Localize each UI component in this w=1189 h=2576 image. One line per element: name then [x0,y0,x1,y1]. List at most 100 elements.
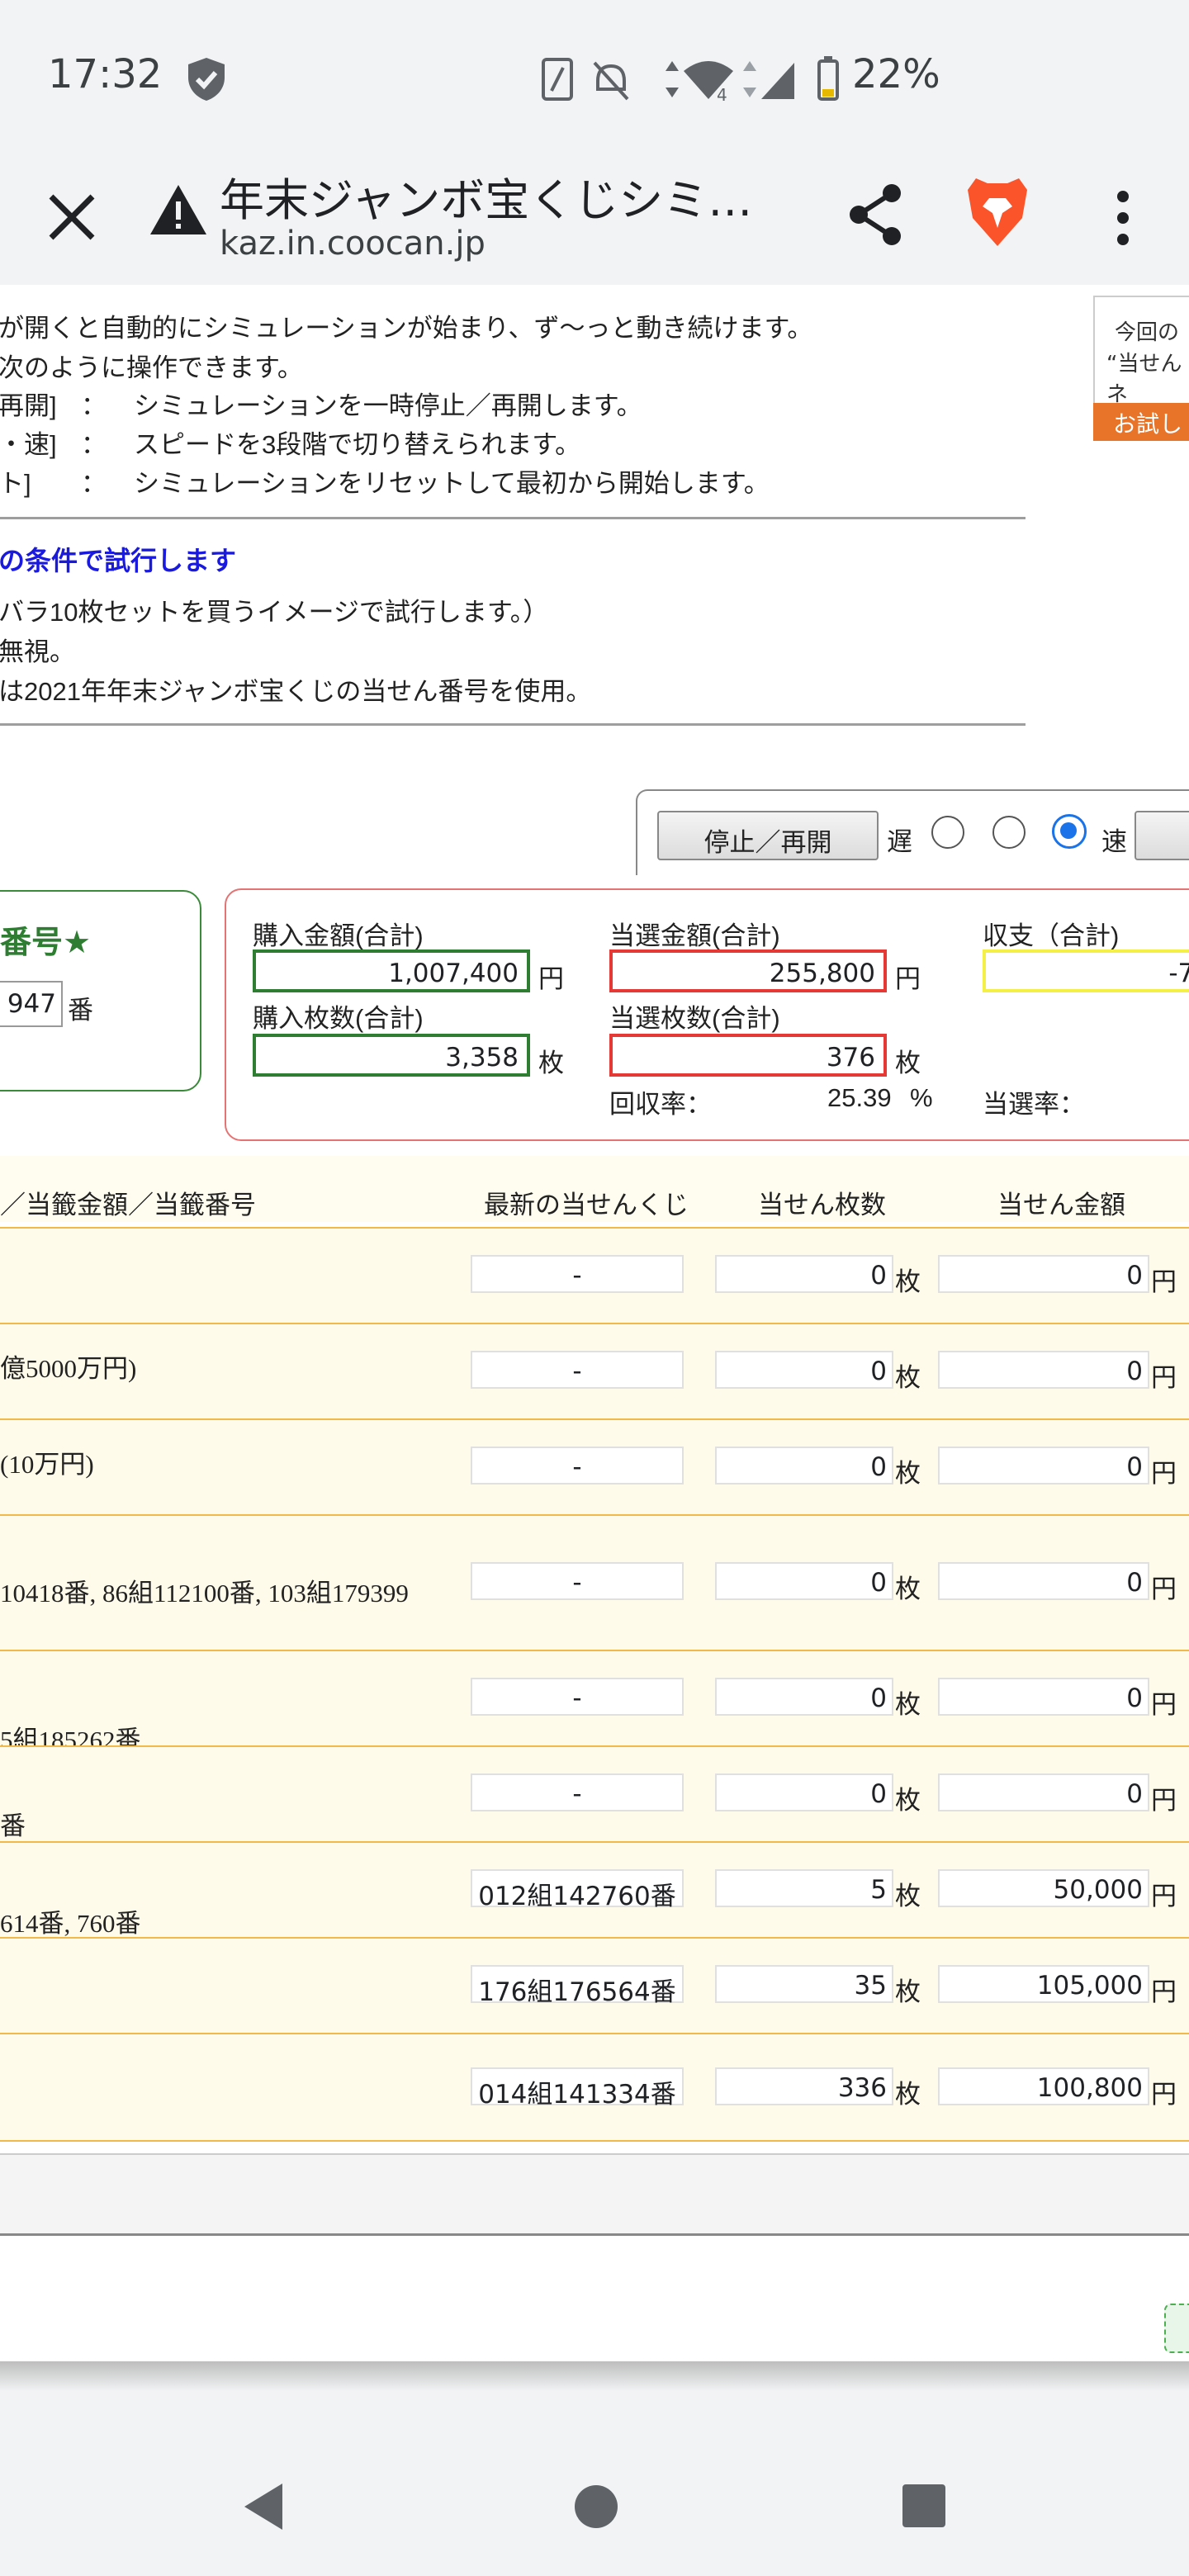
conditions-heading: の条件で試行します [0,546,237,575]
recovery-label: 回収率： [609,1090,712,1119]
win-amount-field: 255,800 [609,949,887,992]
divider [0,723,1026,726]
win-amount-cell: 0 [938,1255,1149,1293]
condition-line: バラ10枚セットを買うイメージで試行します。） [0,598,549,627]
yen-unit: 円 [1151,1786,1177,1816]
bottom-shade [0,2361,1189,2436]
col-header-amount: 当せん金額 [997,1191,1125,1219]
instruction-desc: スピードを3段階で切り替えられます。 [134,430,581,459]
win-count-cell: 0 [715,1447,893,1485]
home-icon[interactable] [573,2484,619,2533]
win-count-cell: 0 [715,1255,893,1293]
recents-icon[interactable] [902,2484,946,2531]
col-header-count: 当せん枚数 [758,1191,886,1219]
win-amount-cell: 50,000 [938,1869,1149,1907]
footer-band [0,2153,1189,2236]
yen-unit: 円 [1151,1882,1177,1911]
instruction-sep: ： [81,391,107,420]
yen-unit: 円 [1151,1574,1177,1604]
yen-unit: 円 [1151,2080,1177,2110]
latest-ticket-cell: - [471,1562,684,1600]
balance-field: -75 [983,949,1189,992]
win-count-label: 当選枚数(合計) [609,1004,780,1033]
instruction-line: 次のように操作できます。 [0,353,303,382]
mai-unit: 枚 [895,1267,921,1297]
win-count-cell: 5 [715,1869,893,1907]
share-icon[interactable] [844,182,910,251]
recovery-value: 25.39 [827,1083,892,1112]
instruction-key: ト] [0,469,31,498]
purchase-count-label: 購入枚数(合計) [253,1004,424,1033]
mai-unit: 枚 [895,1459,921,1489]
yen-unit: 円 [538,964,564,993]
battery-percent: 22% [852,51,940,97]
warning-icon[interactable] [149,182,208,241]
mai-unit: 枚 [538,1049,564,1077]
instruction-desc: シミュレーションを一時停止／再開します。 [134,391,642,420]
divider [0,517,1026,519]
stop-resume-button[interactable]: 停止／再開 [657,811,879,860]
prize-label: (10万円) [0,1450,94,1479]
svg-text:4: 4 [717,85,727,104]
table-bottom-border [0,2140,1189,2142]
prize-label: 614番, 760番 [0,1909,141,1938]
speed-radio-slow[interactable] [931,816,964,849]
page-url[interactable]: kaz.in.coocan.jp [220,225,486,263]
instruction-key: ・速] [0,430,57,459]
more-vert-icon[interactable] [1106,188,1139,251]
win-count-cell: 0 [715,1773,893,1811]
win-count-cell: 0 [715,1678,893,1716]
back-icon[interactable] [239,2480,289,2536]
shield-icon [185,56,228,106]
win-count-cell: 35 [715,1965,893,2003]
prize-label: 億5000万円) [0,1354,137,1383]
latest-ticket-cell: 012組142760番 [471,1869,684,1911]
ad-button[interactable]: お試し [1093,403,1189,441]
speed-radio-medium[interactable] [992,816,1026,849]
floating-widget-icon[interactable] [1164,2304,1189,2353]
win-amount-cell: 0 [938,1678,1149,1716]
win-amount-cell: 0 [938,1351,1149,1389]
col-header-latest: 最新の当せんくじ [484,1191,689,1219]
yen-unit: 円 [1151,1267,1177,1297]
instruction-key: 再開] [0,391,57,420]
page-title[interactable]: 年末ジャンボ宝くじシミ… [220,163,752,229]
my-number-title: 番号★ [0,924,92,960]
status-icons: 4 [542,54,839,107]
win-amount-cell: 0 [938,1447,1149,1485]
condition-line: 無視。 [0,637,75,666]
reset-button[interactable] [1135,811,1189,860]
yen-unit: 円 [1151,1690,1177,1720]
brave-lion-icon[interactable] [964,173,1030,253]
mai-unit: 枚 [895,2080,921,2110]
yen-unit: 円 [1151,1977,1177,2007]
my-number-suffix: 番 [68,996,93,1025]
latest-ticket-cell: 176組176564番 [471,1965,684,2007]
speed-radio-fast[interactable] [1052,814,1087,849]
yen-unit: 円 [1151,1363,1177,1393]
status-time: 17:32 [48,51,163,97]
win-amount-cell: 100,800 [938,2067,1149,2105]
mai-unit: 枚 [895,1049,921,1077]
yen-unit: 円 [895,964,921,993]
instruction-sep: ： [81,430,107,459]
latest-ticket-cell: - [471,1678,684,1716]
battery-icon [817,56,839,101]
mute-bell-icon [593,61,629,101]
ad-text: “当せんネ [1106,352,1182,407]
nfc-icon [542,58,573,101]
win-count-cell: 0 [715,1351,893,1389]
mai-unit: 枚 [895,1574,921,1604]
signal-icon [761,63,794,99]
close-icon[interactable] [43,188,101,246]
prize-label: 10418番, 86組112100番, 103組179399 [0,1579,409,1608]
win-count-field: 376 [609,1034,887,1077]
slow-label: 遅 [887,827,912,856]
my-number-input[interactable]: 947 [0,981,63,1027]
data-arrows-icon-2 [743,61,756,97]
instruction-sep: ： [81,469,107,498]
win-amount-cell: 105,000 [938,1965,1149,2003]
win-rate-label: 当選率： [983,1090,1085,1119]
win-amount-cell: 0 [938,1562,1149,1600]
mai-unit: 枚 [895,1690,921,1720]
